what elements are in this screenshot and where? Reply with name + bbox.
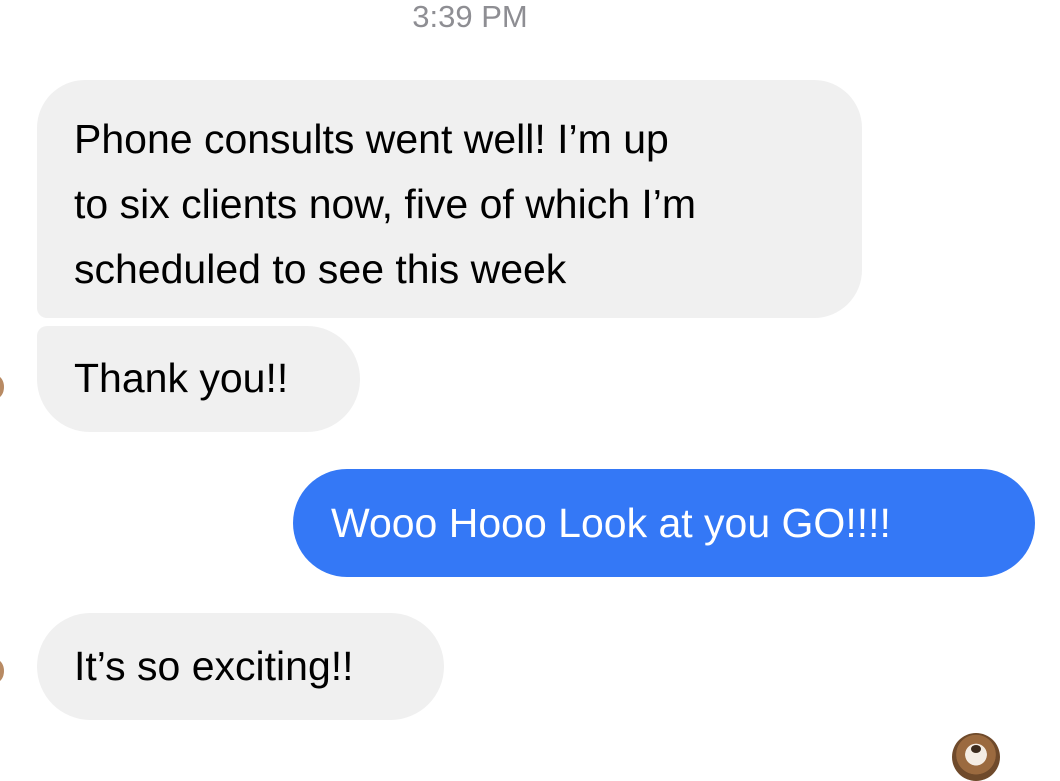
message-text-line: to six clients now, five of which I’m <box>74 181 697 227</box>
read-receipt-avatar-icon <box>952 733 1000 781</box>
message-text: Thank you!! <box>74 355 289 401</box>
contact-avatar-icon[interactable] <box>0 660 4 682</box>
incoming-message-bubble[interactable]: Thank you!! <box>37 326 360 432</box>
message-text-line: Phone consults went well! I’m up <box>74 116 669 162</box>
message-text: It’s so exciting!! <box>74 643 354 689</box>
incoming-message-bubble[interactable]: It’s so exciting!! <box>37 613 444 720</box>
message-text-line: scheduled to see this week <box>74 246 567 292</box>
message-timestamp: 3:39 PM <box>412 0 528 34</box>
incoming-message-bubble[interactable]: Phone consults went well! I’m up to six … <box>37 80 862 318</box>
outgoing-message-bubble[interactable]: Wooo Hooo Look at you GO!!!! <box>293 469 1035 577</box>
message-text: Wooo Hooo Look at you GO!!!! <box>331 500 891 546</box>
contact-avatar-icon[interactable] <box>0 376 4 398</box>
avatar-dog-nose <box>971 745 981 753</box>
